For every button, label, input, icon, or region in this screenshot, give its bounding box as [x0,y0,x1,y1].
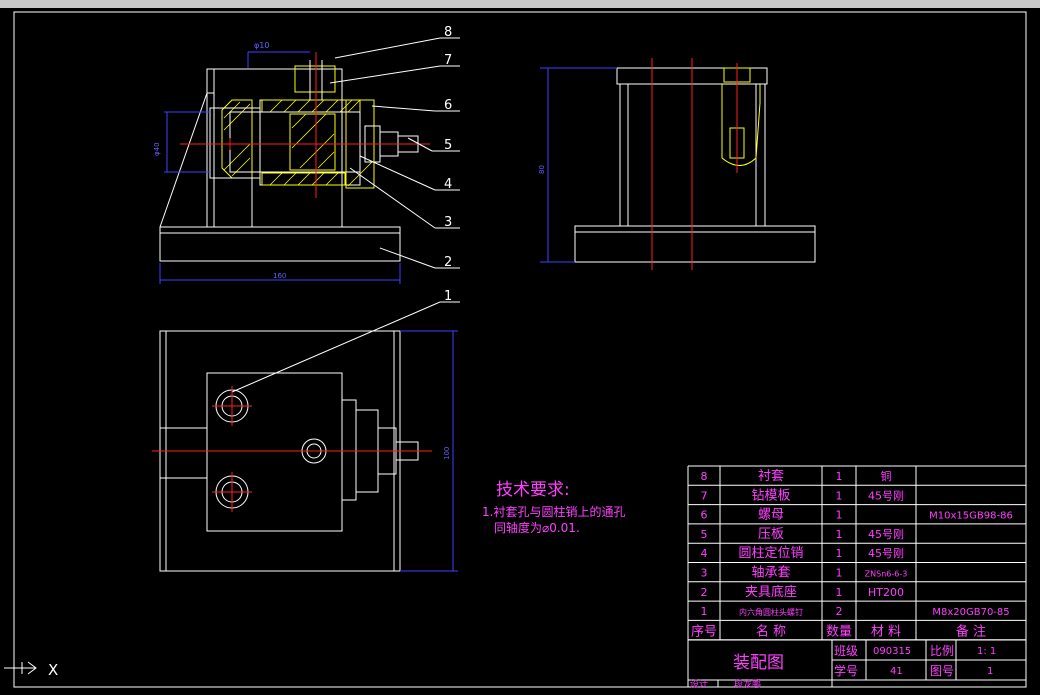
bom-row-no: 5 [701,528,708,541]
leader-lines [231,37,460,393]
balloon-7: 7 [444,53,452,68]
bom-header-material: 材 料 [871,624,901,639]
bom-row-material: 铜 [881,469,892,483]
bom-row-material: 45号刚 [868,528,904,541]
bom-row-qty: 1 [836,586,843,599]
bom-row-material: ZNSn6-6-3 [865,570,908,579]
bom-row-name: 钻模板 [751,488,790,503]
bom-row-no: 4 [701,547,708,560]
bom-row-no: 1 [701,605,708,618]
bom-row-name: 圆柱定位销 [738,546,803,561]
bom-row-material: 45号刚 [868,489,904,502]
balloon-6: 6 [444,98,452,113]
scale-label: 比例 [930,644,954,658]
id-value: 41 [890,666,903,677]
cad-drawing-canvas[interactable]: φ10 φ40 160 8 7 6 5 4 3 2 1 80 100 技术要求:… [0,8,1040,695]
window-top-strip [0,0,1040,8]
scale-value: 1: 1 [977,646,996,657]
balloon-4: 4 [444,177,452,192]
dim-side-height-text: 80 [538,165,546,174]
ucs-x-label: X [48,661,58,679]
bom-row-qty: 1 [836,528,843,541]
balloon-5: 5 [444,138,452,153]
bom-row-qty: 1 [836,567,843,580]
balloon-2: 2 [444,255,452,270]
class-value: 090315 [873,646,911,657]
bom-row-name: 螺母 [758,508,784,523]
bom-row-material: 45号刚 [868,547,904,560]
bom-row-no: 6 [701,509,708,522]
design-label: 设计 [690,678,708,690]
front-view [159,51,430,284]
bom-row-name: 轴承套 [751,565,790,581]
dim-hole-text: φ10 [254,41,269,50]
designer-name: 段龙鹏 [734,678,761,690]
side-view [540,58,816,270]
bom-row-name: 夹具底座 [745,584,797,600]
sheet-label: 图号 [930,664,954,678]
base-plate-front [159,226,401,262]
bill-of-materials: 8 衬套 1 铜 7 钻模板 1 45号刚 6 螺母 1 M10x15GB98-86 5 压板 1 45号刚 4… [687,465,1027,641]
notes-title: 技术要求: [496,480,570,500]
bom-row-name: 衬套 [758,468,784,484]
drawing-title: 装配图 [733,653,784,673]
notes-line-2: 同轴度为⌀0.01. [494,520,580,535]
bom-row-no: 7 [701,489,708,502]
bom-row-qty: 1 [836,509,843,522]
bom-header-remark: 备 注 [956,623,986,639]
class-label: 班级 [834,644,858,658]
bom-row-qty: 1 [836,547,843,560]
bom-header-qty: 数量 [826,624,852,639]
balloon-3: 3 [444,215,452,230]
dim-top-height-text: 100 [443,447,451,460]
bom-row-name: 压板 [758,527,784,542]
bom-row-no: 2 [701,586,708,599]
bom-row-name: 内六角圆柱头螺钉 [739,607,803,617]
notes-line-1: 1.衬套孔与圆柱销上的通孔 [482,504,625,519]
bom-row-remark: M8x20GB70-85 [932,607,1009,618]
balloon-1: 1 [444,289,452,304]
bom-header-no: 序号 [691,624,717,639]
sheet-value: 1 [987,666,993,677]
top-view [152,330,458,572]
ucs-icon [4,661,37,675]
balloon-8: 8 [444,25,452,40]
bom-row-qty: 1 [836,489,843,502]
bom-row-no: 3 [701,567,708,580]
bom-header-name: 名 称 [756,623,786,639]
bom-row-no: 8 [701,470,708,483]
bom-row-material: HT200 [868,586,904,599]
id-label: 学号 [834,663,858,678]
bom-row-qty: 2 [836,605,843,618]
dim-front-height-text: φ40 [153,142,161,156]
bom-row-remark: M10x15GB98-86 [929,511,1013,522]
bom-row-qty: 1 [836,470,843,483]
dim-base-width-text: 160 [273,272,286,280]
